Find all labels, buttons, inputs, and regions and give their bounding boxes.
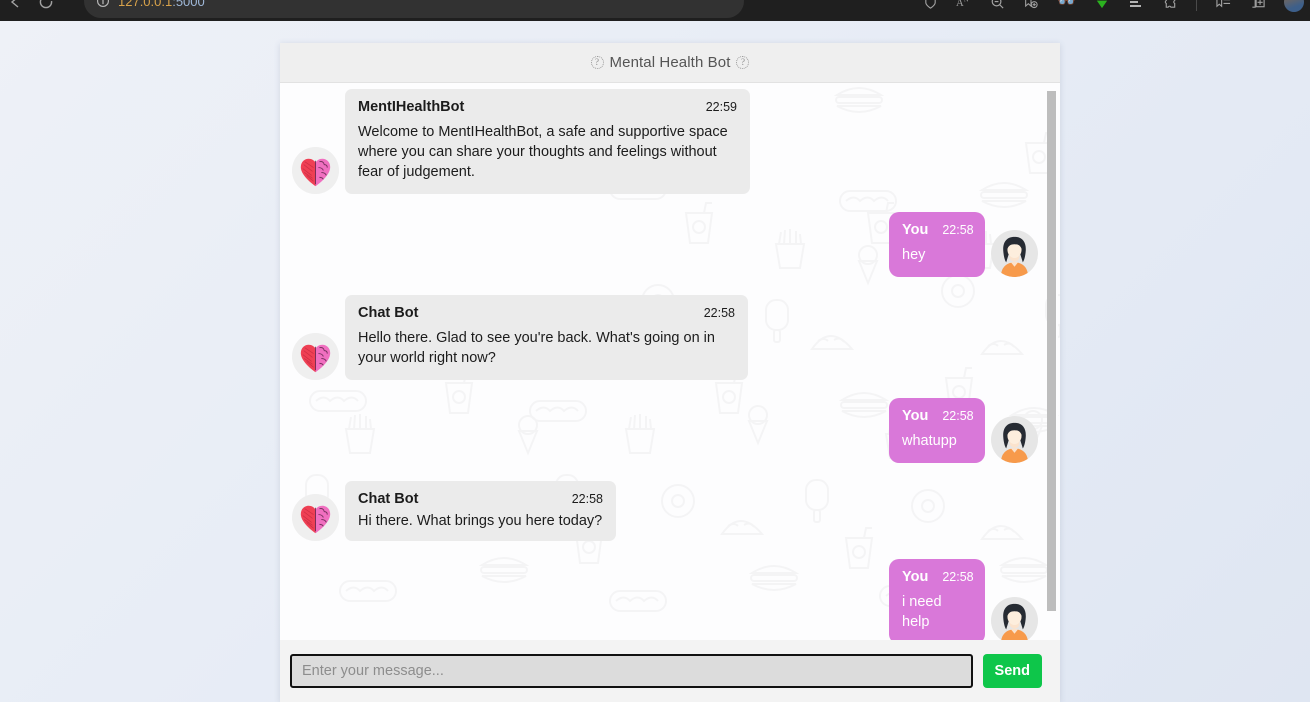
scrollbar-thumb[interactable] (1047, 91, 1056, 611)
user-message-row: You 22:58 whatupp (292, 398, 1038, 463)
extension-list-icon[interactable] (1128, 0, 1144, 9)
message-bubble: You 22:58 hey (889, 212, 985, 277)
message-timestamp: 22:58 (942, 409, 974, 423)
message-bubble: Chat Bot 22:58 Hi there. What brings you h… (345, 481, 616, 541)
url-port: :5000 (172, 0, 205, 9)
message-scroll-area[interactable]: MentIHealthBot 22:59 Welcome to MentIHealt… (280, 83, 1060, 640)
heart-brain-icon (292, 147, 339, 194)
message-meta: You 22:58 (902, 408, 974, 424)
message-timestamp: 22:58 (571, 492, 603, 506)
extension-glasses-icon[interactable]: 👓 (1057, 0, 1076, 10)
header-right-glyph-icon: ? (736, 56, 750, 69)
message-bubble: You 22:58 whatupp (889, 398, 985, 463)
svg-text:N: N (964, 0, 969, 3)
zoom-out-icon[interactable] (990, 0, 1005, 10)
heart-brain-icon (292, 494, 339, 541)
message-meta: Chat Bot 22:58 (358, 305, 735, 321)
message-text: whatupp (902, 433, 957, 449)
svg-text:A: A (956, 0, 964, 9)
header-left-glyph-icon: ? (590, 56, 604, 69)
message-text: Hi there. What brings you here today? (358, 513, 603, 529)
browser-toolbar: 127.0.0.1:5000 AN 👓 (0, 0, 1310, 21)
message-meta: MentIHealthBot 22:59 (358, 99, 737, 115)
user-woman-icon (991, 416, 1038, 463)
message-input[interactable] (290, 654, 973, 688)
profile-avatar-icon[interactable] (1284, 0, 1304, 12)
message-timestamp: 22:58 (942, 570, 974, 584)
message-timestamp: 22:59 (705, 100, 737, 114)
reload-icon[interactable] (38, 0, 54, 10)
chat-header: ? Mental Health Bot ? (280, 43, 1060, 83)
user-woman-icon (991, 230, 1038, 277)
message-sender: You (902, 569, 929, 585)
heart-brain-icon (292, 333, 339, 380)
message-text: i need help (902, 594, 942, 630)
site-info-icon[interactable] (96, 0, 110, 8)
message-list: MentIHealthBot 22:59 Welcome to MentIHealt… (280, 83, 1060, 640)
message-sender: You (902, 408, 929, 424)
message-bubble: You 22:58 i need help (889, 559, 985, 640)
bot-message-row: Chat Bot 22:58 Hi there. What brings you h… (292, 481, 1038, 541)
message-meta: Chat Bot 22:58 (358, 491, 603, 507)
url-host: 127.0.0.1 (118, 0, 173, 9)
extension-download-icon[interactable] (1094, 0, 1110, 10)
message-sender: Chat Bot (358, 491, 419, 507)
message-bubble: Chat Bot 22:58 Hello there. Glad to see yo… (345, 295, 748, 380)
bookmark-add-icon[interactable] (1023, 0, 1039, 10)
message-text: Welcome to MentIHealthBot, a safe and su… (358, 124, 728, 180)
message-composer: Send (280, 640, 1060, 702)
shield-icon[interactable] (923, 0, 938, 10)
toolbar-divider (1196, 0, 1197, 11)
split-screen-icon[interactable] (1250, 0, 1266, 10)
reader-mode-icon[interactable]: AN (956, 0, 972, 10)
message-bubble: MentIHealthBot 22:59 Welcome to MentIHealt… (345, 89, 750, 194)
user-message-row: You 22:58 hey (292, 212, 1038, 277)
message-text: hey (902, 247, 926, 263)
user-woman-icon (991, 597, 1038, 640)
scrollbar-track[interactable] (1047, 83, 1058, 640)
heart-brain-icon (292, 147, 339, 194)
message-meta: You 22:58 (902, 569, 974, 585)
message-sender: You (902, 222, 929, 238)
user-woman-icon (991, 597, 1038, 640)
collections-icon[interactable] (1215, 0, 1232, 10)
heart-brain-icon (292, 333, 339, 380)
back-arrow-icon[interactable] (8, 0, 24, 10)
address-bar[interactable]: 127.0.0.1:5000 (84, 0, 744, 18)
send-button[interactable]: Send (982, 654, 1042, 688)
bot-message-row: Chat Bot 22:58 Hello there. Glad to see yo… (292, 295, 1038, 380)
message-timestamp: 22:58 (942, 223, 974, 237)
address-bar-url: 127.0.0.1:5000 (118, 0, 205, 9)
user-message-row: You 22:58 i need help (292, 559, 1038, 640)
heart-brain-icon (292, 494, 339, 541)
message-sender: MentIHealthBot (358, 99, 465, 115)
message-timestamp: 22:58 (703, 306, 735, 320)
message-text: Hello there. Glad to see you're back. Wh… (358, 330, 715, 366)
user-woman-icon (991, 230, 1038, 277)
extension-puzzle-icon[interactable] (1162, 0, 1178, 10)
message-sender: Chat Bot (358, 305, 419, 321)
page-title: Mental Health Bot (609, 54, 731, 71)
bot-message-row: MentIHealthBot 22:59 Welcome to MentIHealt… (292, 89, 1038, 194)
user-woman-icon (991, 416, 1038, 463)
chat-window: ? Mental Health Bot ? MentIHealthBot 22:… (280, 43, 1060, 702)
message-meta: You 22:58 (902, 222, 974, 238)
